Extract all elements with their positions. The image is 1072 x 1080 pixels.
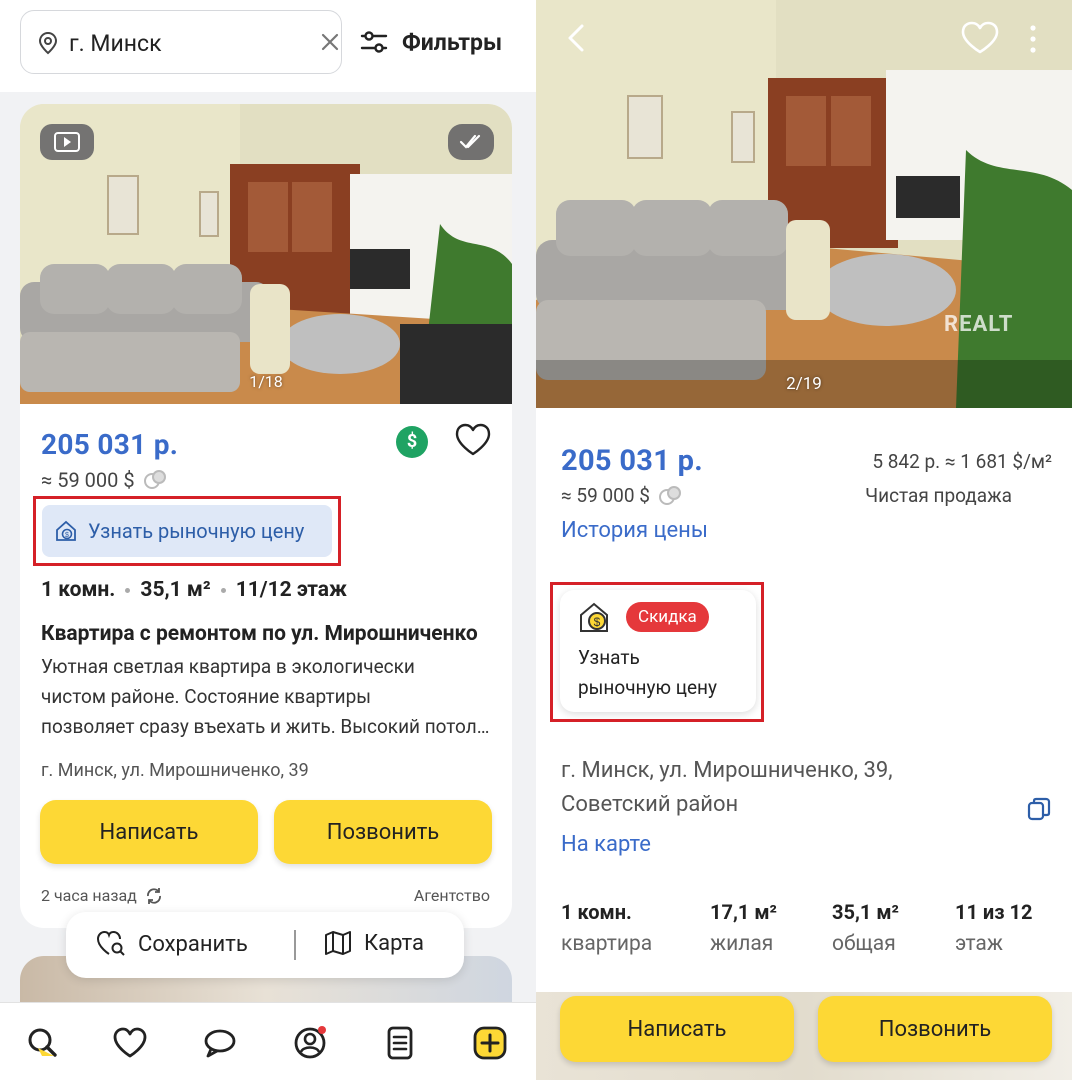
spec-label: квартира [561, 932, 653, 956]
sliders-icon [360, 31, 388, 53]
agency-label: Агентство [413, 886, 490, 905]
filters-label: Фильтры [402, 28, 503, 56]
description-line: Уютная светлая квартира в экологически [41, 655, 415, 678]
search-icon[interactable] [24, 1025, 60, 1061]
highlight-frame [550, 582, 764, 722]
posted-time-text: 2 часа назад [41, 886, 137, 905]
profile-icon[interactable] [292, 1025, 328, 1061]
floor-spec: 11/12 этаж [235, 578, 348, 602]
favorite-heart-icon[interactable] [960, 20, 1000, 56]
usd-price: ≈ 59 000 $ [41, 468, 167, 492]
location-pin-icon [38, 31, 58, 55]
description-line: позволяет сразу въехать и жить. Высокий … [41, 715, 493, 738]
listing-description: Уютная светлая квартира в экологически ч… [41, 652, 493, 742]
play-video-icon [54, 132, 80, 152]
detail-price: 205 031 р. [561, 444, 703, 478]
favorite-heart-icon[interactable] [454, 422, 492, 458]
spec-value: 11 из 12 [955, 900, 1033, 924]
separator-dot [125, 587, 131, 593]
write-button[interactable]: Написать [560, 996, 794, 1062]
messages-icon[interactable] [202, 1025, 238, 1061]
address-line1: г. Минск, ул. Мирошниченко, 39, [561, 758, 893, 783]
search-header: г. Минск Фильтры [0, 0, 536, 92]
photo-counter: 1/18 [249, 372, 283, 391]
location-search-field[interactable]: г. Минск [20, 10, 342, 74]
price-per-meter: 5 842 р. ≈ 1 681 $/м² [872, 450, 1052, 473]
address-line2: Советский район [561, 792, 739, 817]
room-photo-illustration [536, 0, 1072, 408]
screen-root: г. Минск Фильтры 1/18 205 031 р. ≈ 59 00… [0, 0, 1072, 1080]
refresh-icon [146, 887, 161, 904]
list-icon[interactable] [382, 1025, 418, 1061]
usd-price: ≈ 59 000 $ [561, 484, 682, 507]
add-listing-icon[interactable] [472, 1025, 508, 1061]
photo-counter: 2/19 [786, 374, 822, 394]
spec-label: этаж [955, 932, 1003, 956]
on-map-link[interactable]: На карте [561, 832, 651, 857]
copy-icon[interactable] [1026, 796, 1052, 822]
heart-search-icon [96, 930, 125, 956]
realt-watermark: REALT [944, 312, 1014, 337]
bottom-navigation [0, 1002, 536, 1080]
call-button[interactable]: Позвонить [274, 800, 492, 864]
listing-photo[interactable]: 1/18 [20, 104, 512, 404]
sale-type: Чистая продажа [865, 484, 1012, 507]
dollar-icon: $ [396, 426, 428, 458]
description-line: чистом районе. Состояние квартиры [41, 685, 371, 708]
save-search-button[interactable]: Сохранить [96, 930, 248, 958]
currency-convert-icon[interactable] [658, 485, 682, 507]
spec-value: 35,1 м² [832, 900, 899, 924]
divider [294, 930, 296, 960]
separator-dot [220, 587, 226, 593]
spec-value: 17,1 м² [710, 900, 777, 924]
double-check-icon [459, 134, 481, 149]
spec-living-area: 17,1 м² жилая [710, 900, 777, 956]
location-value: г. Минск [69, 30, 162, 57]
write-button[interactable]: Написать [40, 800, 258, 864]
back-arrow-icon[interactable] [562, 20, 590, 56]
action-bar: Написать Позвонить [536, 992, 1072, 1080]
clear-icon[interactable] [319, 31, 341, 53]
usd-price-text: ≈ 59 000 $ [41, 468, 135, 492]
spec-floor: 11 из 12 этаж [955, 900, 1032, 956]
usd-price-text: ≈ 59 000 $ [561, 484, 650, 507]
spec-label: общая [832, 932, 896, 956]
favorites-icon[interactable] [112, 1025, 148, 1061]
highlight-frame [33, 496, 341, 566]
filters-button[interactable]: Фильтры [360, 26, 502, 58]
listings-screen: г. Минск Фильтры 1/18 205 031 р. ≈ 59 00… [0, 0, 536, 1080]
area-spec: 35,1 м² [140, 578, 211, 602]
call-button[interactable]: Позвонить [818, 996, 1052, 1062]
spec-total-area: 35,1 м² общая [832, 900, 899, 956]
spec-rooms: 1 комн. квартира [561, 900, 652, 956]
video-badge[interactable] [40, 124, 94, 160]
listing-address: г. Минск, ул. Мирошниченко, 39 [41, 760, 309, 781]
more-options-icon[interactable] [1028, 24, 1038, 54]
map-button[interactable]: Карта [324, 930, 424, 956]
map-label: Карта [364, 930, 424, 956]
save-map-bar: Сохранить Карта [66, 912, 464, 978]
detail-photo[interactable]: REALT 2/19 [536, 0, 1072, 408]
map-icon [325, 931, 351, 955]
listing-price: 205 031 р. [41, 428, 179, 461]
spec-value: 1 комн. [561, 900, 632, 924]
currency-convert-icon[interactable] [143, 469, 167, 491]
spec-label: жилая [710, 932, 774, 956]
listing-detail-screen: REALT 2/19 205 031 р. ≈ 59 000 $ История… [536, 0, 1072, 1080]
listing-specs: 1 комн. 35,1 м² 11/12 этаж [41, 578, 347, 602]
rooms-spec: 1 комн. [41, 578, 116, 602]
save-label: Сохранить [138, 931, 248, 957]
verified-badge [448, 124, 494, 160]
listing-title: Квартира с ремонтом по ул. Мирошниченко [41, 622, 478, 646]
price-history-link[interactable]: История цены [561, 518, 708, 543]
posted-time: 2 часа назад [41, 886, 163, 905]
